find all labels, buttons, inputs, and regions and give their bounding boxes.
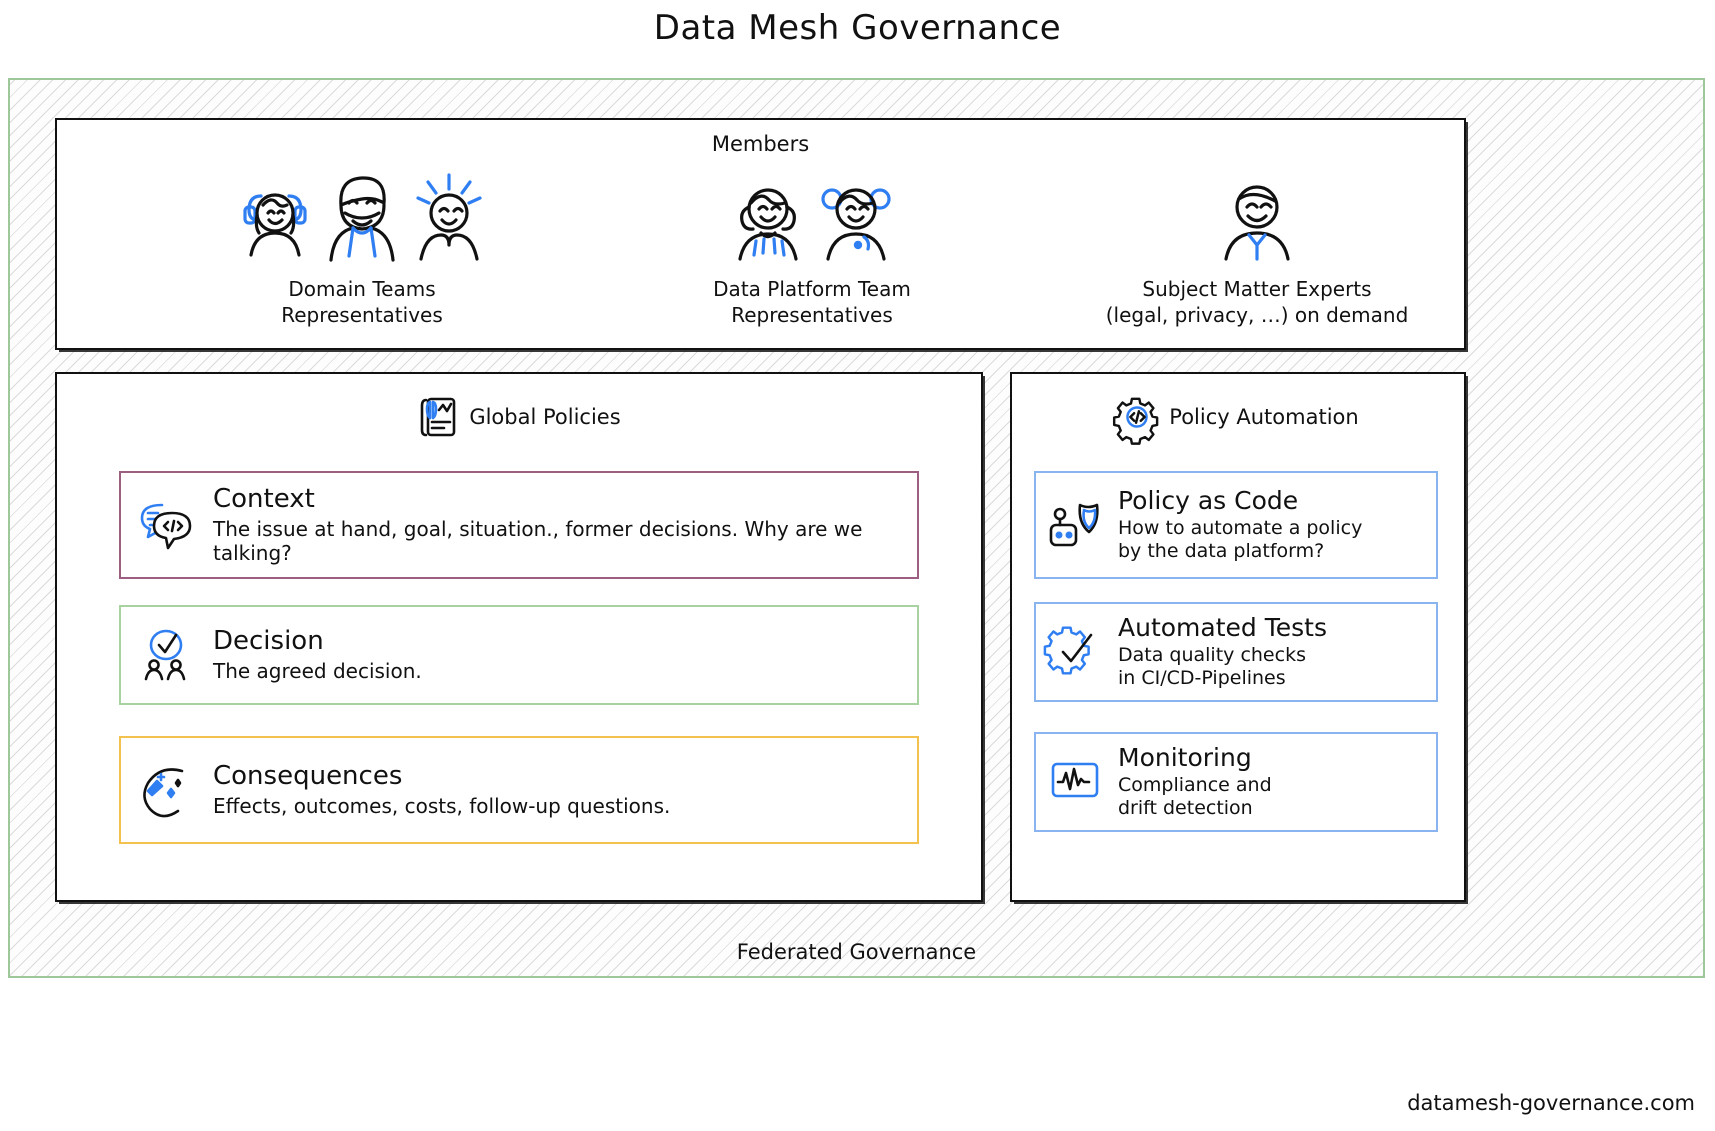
members-title: Members [711, 132, 810, 156]
magic-wand-sparkle-icon [137, 761, 195, 819]
policy-automation-title: Policy Automation [1169, 405, 1359, 429]
policy-card-context-description: The issue at hand, goal, situation., for… [213, 517, 863, 566]
page-title: Data Mesh Governance [653, 8, 1062, 48]
federated-governance-frame: Members Domain Teams Representatives Dat… [8, 78, 1705, 978]
member-group-data-platform-team: Data Platform Team Representatives [612, 160, 1012, 328]
federated-governance-label: Federated Governance [736, 940, 977, 964]
policy-card-consequences-description: Effects, outcomes, costs, follow-up ques… [213, 794, 671, 819]
automation-card-monitoring-description: Compliance and drift detection [1118, 774, 1272, 819]
automation-card-automated-tests-text: Automated Tests Data quality checks in C… [1118, 614, 1424, 690]
automation-card-monitoring[interactable]: Monitoring Compliance and drift detectio… [1034, 732, 1438, 832]
policy-automation-header: Policy Automation [1012, 396, 1464, 445]
members-panel: Members Domain Teams Representatives Dat… [55, 118, 1466, 350]
checkmark-people-icon [137, 626, 195, 684]
gear-check-icon [1043, 624, 1104, 680]
policy-automation-panel: Policy Automation Policy as Code How to … [1010, 372, 1466, 902]
policy-card-decision-text: Decision The agreed decision. [213, 627, 901, 684]
document-chart-icon [417, 396, 457, 438]
policy-card-decision-title: Decision [213, 625, 324, 656]
policy-card-context[interactable]: Context The issue at hand, goal, situati… [119, 471, 919, 579]
automation-card-policy-as-code-text: Policy as Code How to automate a policy … [1118, 487, 1424, 563]
robot-shield-icon [1048, 497, 1104, 553]
policy-card-consequences[interactable]: Consequences Effects, outcomes, costs, f… [119, 736, 919, 844]
watermark: datamesh-governance.com [1407, 1091, 1695, 1115]
automation-card-policy-as-code-description: How to automate a policy by the data pla… [1118, 517, 1363, 562]
monitor-pulse-icon [1048, 754, 1104, 810]
member-label-domain-teams: Domain Teams Representatives [281, 277, 443, 327]
policy-card-context-text: Context The issue at hand, goal, situati… [213, 485, 901, 566]
global-policies-header: Global Policies [57, 396, 981, 438]
policy-card-decision-description: The agreed decision. [213, 659, 422, 684]
global-policies-title: Global Policies [469, 405, 621, 429]
two-people-icon [612, 160, 1012, 265]
automation-card-automated-tests-description: Data quality checks in CI/CD-Pipelines [1118, 644, 1306, 689]
automation-card-monitoring-text: Monitoring Compliance and drift detectio… [1118, 744, 1424, 820]
policy-card-consequences-text: Consequences Effects, outcomes, costs, f… [213, 762, 901, 819]
gear-code-icon [1113, 396, 1159, 445]
automation-card-automated-tests[interactable]: Automated Tests Data quality checks in C… [1034, 602, 1438, 702]
speech-bubble-code-icon [137, 496, 195, 554]
member-group-subject-matter-experts: Subject Matter Experts (legal, privacy, … [1057, 160, 1457, 328]
automation-card-policy-as-code[interactable]: Policy as Code How to automate a policy … [1034, 471, 1438, 579]
member-label-subject-matter-experts: Subject Matter Experts (legal, privacy, … [1105, 277, 1409, 327]
policy-card-decision[interactable]: Decision The agreed decision. [119, 605, 919, 705]
policy-card-consequences-title: Consequences [213, 760, 403, 791]
automation-card-automated-tests-title: Automated Tests [1118, 613, 1327, 643]
policy-card-context-title: Context [213, 483, 315, 514]
member-label-data-platform-team: Data Platform Team Representatives [713, 277, 911, 327]
automation-card-monitoring-title: Monitoring [1118, 743, 1252, 773]
global-policies-panel: Global Policies Context The issue at han… [55, 372, 983, 902]
three-people-icon [162, 160, 562, 265]
automation-card-policy-as-code-title: Policy as Code [1118, 486, 1299, 516]
member-group-domain-teams: Domain Teams Representatives [162, 160, 562, 328]
person-icon [1057, 160, 1457, 265]
